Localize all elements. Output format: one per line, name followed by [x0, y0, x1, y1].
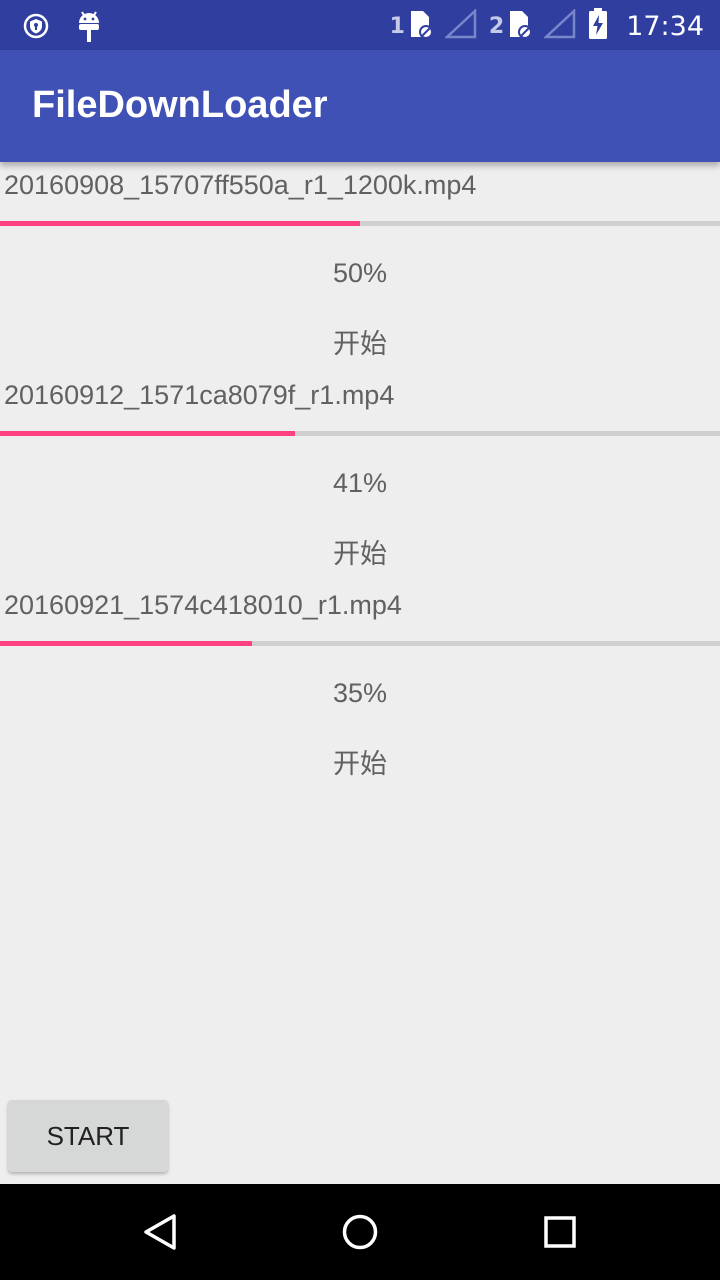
- sim-card-icon: [407, 9, 433, 43]
- back-icon[interactable]: [136, 1208, 184, 1256]
- status-bar: 1 2 17:34: [0, 0, 720, 50]
- sim-card-icon: [506, 9, 533, 43]
- battery-charging-icon: [588, 8, 608, 44]
- download-progress-bar: [0, 221, 720, 226]
- signal-icon: [443, 8, 477, 43]
- download-item: 20160921_1574c418010_r1.mp4 35% 开始: [0, 582, 720, 792]
- download-progress-bar: [0, 431, 720, 436]
- home-icon[interactable]: [336, 1208, 384, 1256]
- download-progress-fill: [0, 641, 252, 646]
- start-button[interactable]: START: [8, 1100, 168, 1172]
- app-bar: FileDownLoader: [0, 50, 720, 162]
- download-start-button[interactable]: 开始: [0, 322, 720, 361]
- download-percent: 50%: [332, 258, 388, 288]
- navigation-bar: [0, 1184, 720, 1280]
- download-filename: 20160921_1574c418010_r1.mp4: [4, 590, 402, 620]
- signal-icon: [543, 8, 576, 43]
- download-start-button[interactable]: 开始: [0, 532, 720, 571]
- download-filename: 20160908_15707ff550a_r1_1200k.mp4: [4, 170, 477, 200]
- sim1-label: 1: [389, 13, 405, 39]
- shield-icon: [22, 11, 50, 45]
- download-item: 20160912_1571ca8079f_r1.mp4 41% 开始: [0, 372, 720, 582]
- app-title: FileDownLoader: [32, 84, 328, 126]
- download-progress-fill: [0, 431, 296, 436]
- recents-icon[interactable]: [536, 1208, 584, 1256]
- sim2-label: 2: [488, 13, 505, 39]
- download-list: 20160908_15707ff550a_r1_1200k.mp4 50% 开始…: [0, 162, 720, 792]
- download-progress-fill: [0, 221, 360, 226]
- download-percent: 35%: [332, 678, 388, 708]
- clock: 17:34: [626, 10, 704, 42]
- download-start-button[interactable]: 开始: [0, 742, 720, 781]
- android-debug-icon: [76, 9, 102, 47]
- download-filename: 20160912_1571ca8079f_r1.mp4: [4, 380, 395, 410]
- download-progress-bar: [0, 641, 720, 646]
- download-percent: 41%: [332, 468, 388, 498]
- download-item: 20160908_15707ff550a_r1_1200k.mp4 50% 开始: [0, 162, 720, 372]
